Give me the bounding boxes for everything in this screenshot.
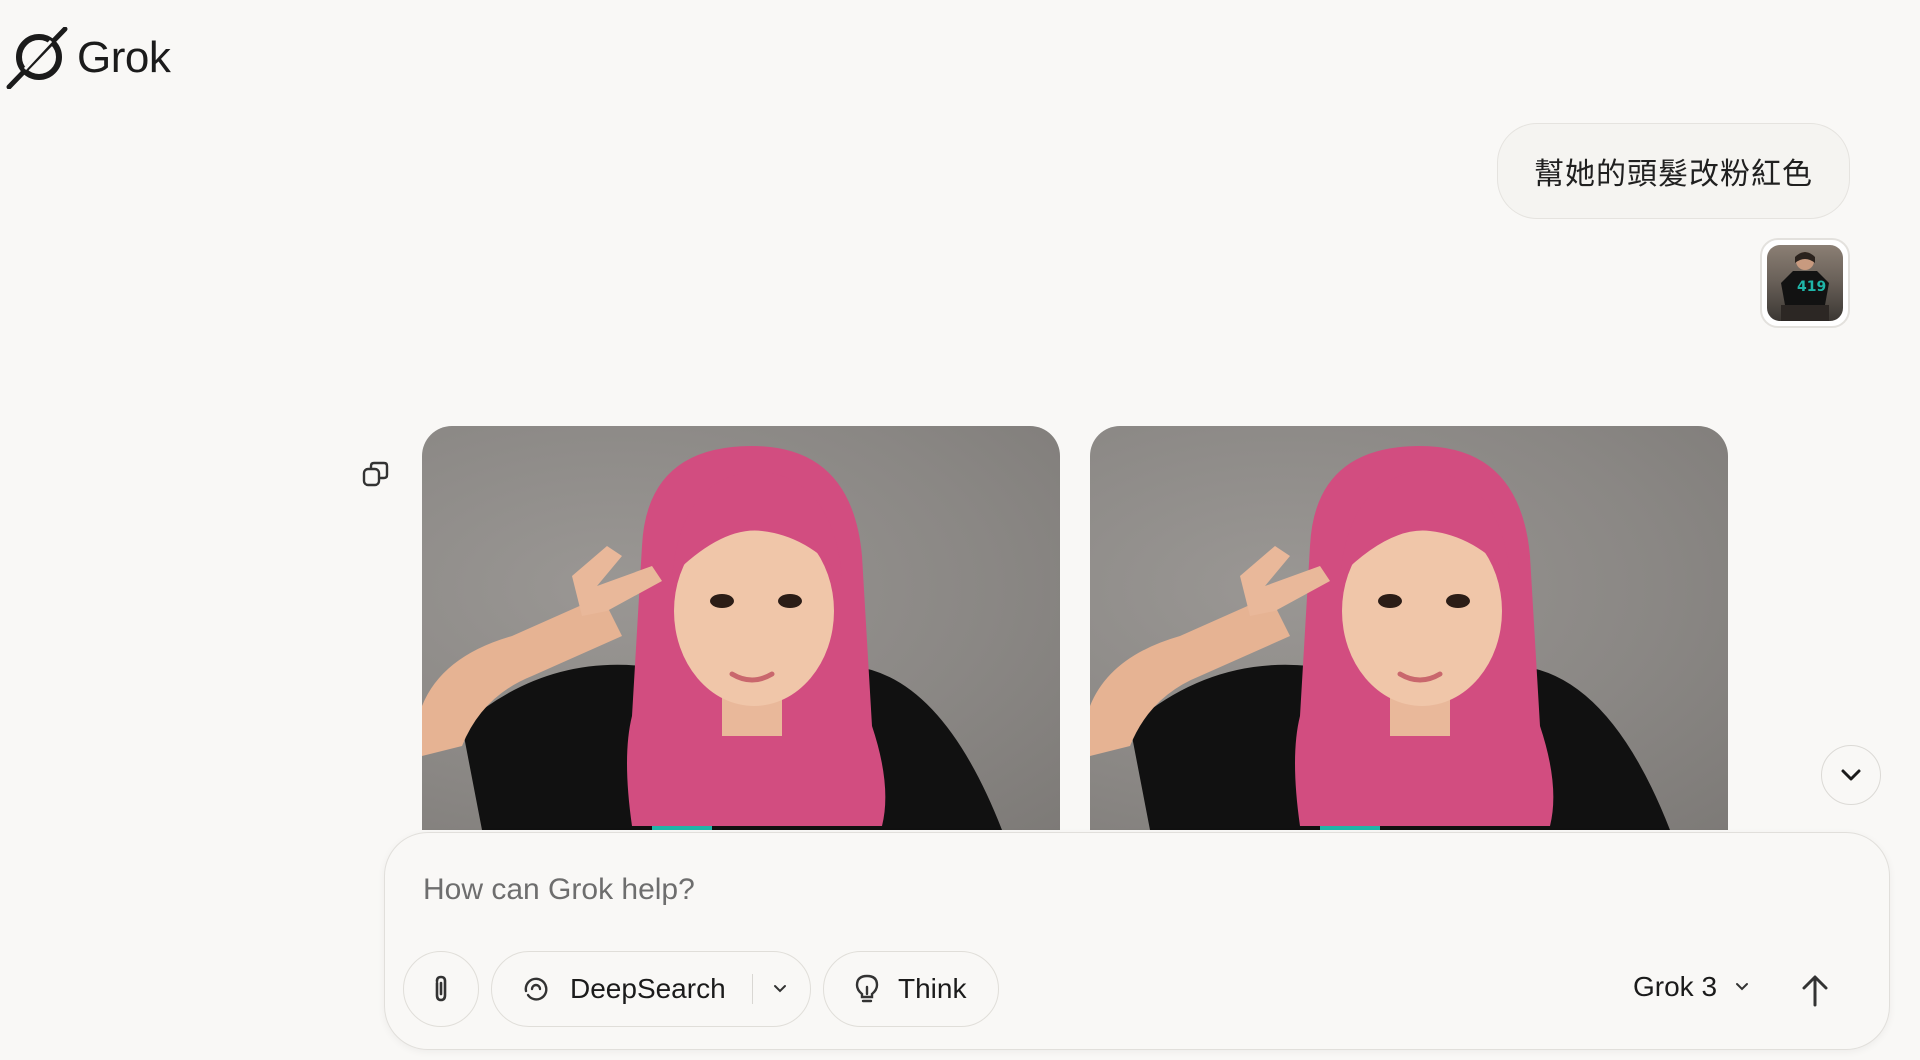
send-button[interactable]	[1787, 963, 1843, 1019]
user-message-bubble: 幫她的頭髮改粉紅色	[1497, 123, 1850, 219]
user-message-text: 幫她的頭髮改粉紅色	[1534, 158, 1813, 191]
grok-logo-icon	[6, 27, 68, 89]
deepsearch-swirl-icon	[524, 977, 548, 1001]
model-selector[interactable]: Grok 3	[1633, 971, 1751, 1003]
chevron-down-icon	[1736, 983, 1749, 991]
svg-text:419: 419	[1797, 279, 1826, 295]
scroll-to-bottom-button[interactable]	[1821, 745, 1881, 805]
chevron-down-icon[interactable]	[771, 980, 789, 998]
deepsearch-button[interactable]: DeepSearch	[491, 951, 811, 1027]
think-button[interactable]: Think	[823, 951, 999, 1027]
copy-button[interactable]	[360, 458, 392, 490]
pill-divider	[751, 974, 753, 1004]
attachment-image: 419	[1767, 245, 1843, 321]
generated-image-2[interactable]	[1090, 426, 1728, 830]
think-label: Think	[898, 973, 967, 1004]
chat-composer: DeepSearch Think Grok 3	[384, 832, 1890, 1050]
attach-button[interactable]	[403, 951, 479, 1027]
generated-image-1[interactable]	[422, 426, 1060, 830]
chevron-down-icon	[1841, 769, 1861, 781]
prompt-input[interactable]	[423, 873, 1623, 907]
paperclip-icon	[435, 975, 447, 1002]
user-attachment-thumbnail[interactable]: 419	[1760, 238, 1850, 328]
arrow-up-icon	[1802, 975, 1828, 1007]
grok-logo[interactable]: Grok	[5, 27, 171, 89]
lightbulb-icon	[855, 974, 879, 1003]
model-label: Grok 3	[1633, 971, 1718, 1002]
copy-icon	[362, 461, 389, 487]
logo-title: Grok	[77, 33, 171, 82]
deepsearch-label: DeepSearch	[570, 973, 726, 1004]
